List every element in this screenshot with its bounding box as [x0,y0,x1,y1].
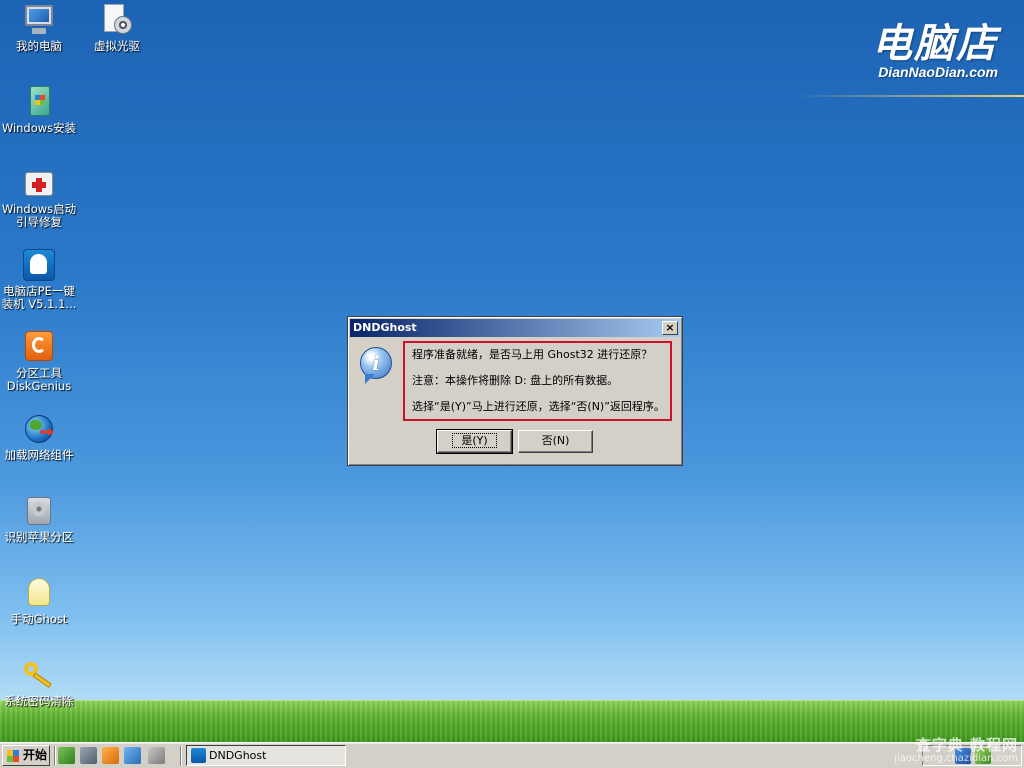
hard-disk-icon [22,494,56,528]
yes-button-label: 是(Y) [452,433,497,448]
desktop-icon-label: Windows安装 [1,121,77,135]
desktop-icon-manual-ghost[interactable]: 手动Ghost [0,576,78,626]
start-button[interactable]: 开始 [2,745,50,766]
key-icon [22,658,56,692]
quicklaunch-image-icon[interactable] [124,747,141,764]
dndghost-dialog: DNDGhost × i 程序准备就绪，是否马上用 Ghost32 进行还原？ … [347,316,683,466]
dialog-message-line-3: 选择“是(Y)”马上进行还原，选择“否(N)”返回程序。 [412,400,665,413]
close-button[interactable]: × [662,321,678,335]
virtual-cd-icon [100,3,134,37]
dialog-message-line-1: 程序准备就绪，是否马上用 Ghost32 进行还原？ [412,348,653,361]
info-icon: i [360,347,392,379]
desktop-icon-label: 系统密码清除 [4,694,74,708]
watermark: 查字典 教程网 jiaocheng.chazidian.com [894,737,1018,764]
no-button-label: 否(N) [541,434,570,447]
desktop-icon-diskgenius[interactable]: 分区工具 DiskGenius [0,330,78,393]
diskgenius-icon [22,330,56,364]
desktop-icon-label: 识别苹果分区 [4,530,74,544]
desktop-icon-label: 分区工具 DiskGenius [6,366,72,393]
quicklaunch-printer-icon[interactable] [80,747,97,764]
desktop-icon-virtual-cd[interactable]: 虚拟光驱 [78,3,156,53]
dialog-message-highlight: 程序准备就绪，是否马上用 Ghost32 进行还原？ 注意：本操作将删除 D: … [403,341,672,421]
no-button[interactable]: 否(N) [518,430,593,453]
logo-underline [794,95,1024,97]
desktop-icon-pe-installer[interactable]: 电脑店PE一键 装机 V5.1.1... [0,248,78,311]
desktop-icon-load-network[interactable]: 加载网络组件 [0,412,78,462]
windows-logo-icon [7,750,19,762]
desktop-icon-label: 加载网络组件 [4,448,74,462]
desktop-icon-windows-setup[interactable]: Windows安装 [0,85,78,135]
computer-icon [22,3,56,37]
desktop-icon-label: 虚拟光驱 [94,39,140,53]
dialog-titlebar[interactable]: DNDGhost × [350,319,680,337]
dialog-message-line-2: 注意：本操作将删除 D: 盘上的所有数据。 [412,374,619,387]
taskbar-item-dndghost[interactable]: DNDGhost [186,745,346,766]
desktop-icon-boot-repair[interactable]: Windows启动 引导修复 [0,166,78,229]
dialog-title: DNDGhost [353,321,417,334]
watermark-line-1: 查字典 教程网 [915,736,1018,754]
desktop-icon-label: Windows启动 引导修复 [1,202,77,229]
desktop-icon-label: 手动Ghost [10,612,68,626]
quicklaunch-folder-icon[interactable] [102,747,119,764]
diannaodian-logo: 电脑店 DianNaoDian.com [872,22,998,80]
boot-repair-icon [22,166,56,200]
ghost-icon [22,576,56,610]
desktop-icon-apple-partition[interactable]: 识别苹果分区 [0,494,78,544]
logo-chinese-text: 电脑店 [872,21,998,67]
quicklaunch-settings-icon[interactable] [58,747,75,764]
desktop-icon-label: 电脑店PE一键 装机 V5.1.1... [1,284,77,311]
desktop-icon-my-computer[interactable]: 我的电脑 [0,3,78,53]
dndghost-taskbar-icon [191,748,206,763]
taskbar: 开始 DNDGhost [0,742,1024,768]
taskbar-item-label: DNDGhost [209,749,267,762]
desktop-icon-password-clear[interactable]: 系统密码清除 [0,658,78,708]
yes-button[interactable]: 是(Y) [436,429,513,454]
logo-english-text: DianNaoDian.com [878,64,998,80]
taskbar-separator [180,746,182,766]
quicklaunch-eraser-icon[interactable] [148,747,165,764]
dndghost-icon [22,248,56,282]
taskbar-separator [54,746,56,766]
desktop-grass-background [0,700,1024,742]
start-label: 开始 [23,748,48,762]
network-globe-icon [22,412,56,446]
windows-setup-icon [22,85,56,119]
desktop-icon-label: 我的电脑 [16,39,62,53]
watermark-line-2: jiaocheng.chazidian.com [894,753,1018,764]
